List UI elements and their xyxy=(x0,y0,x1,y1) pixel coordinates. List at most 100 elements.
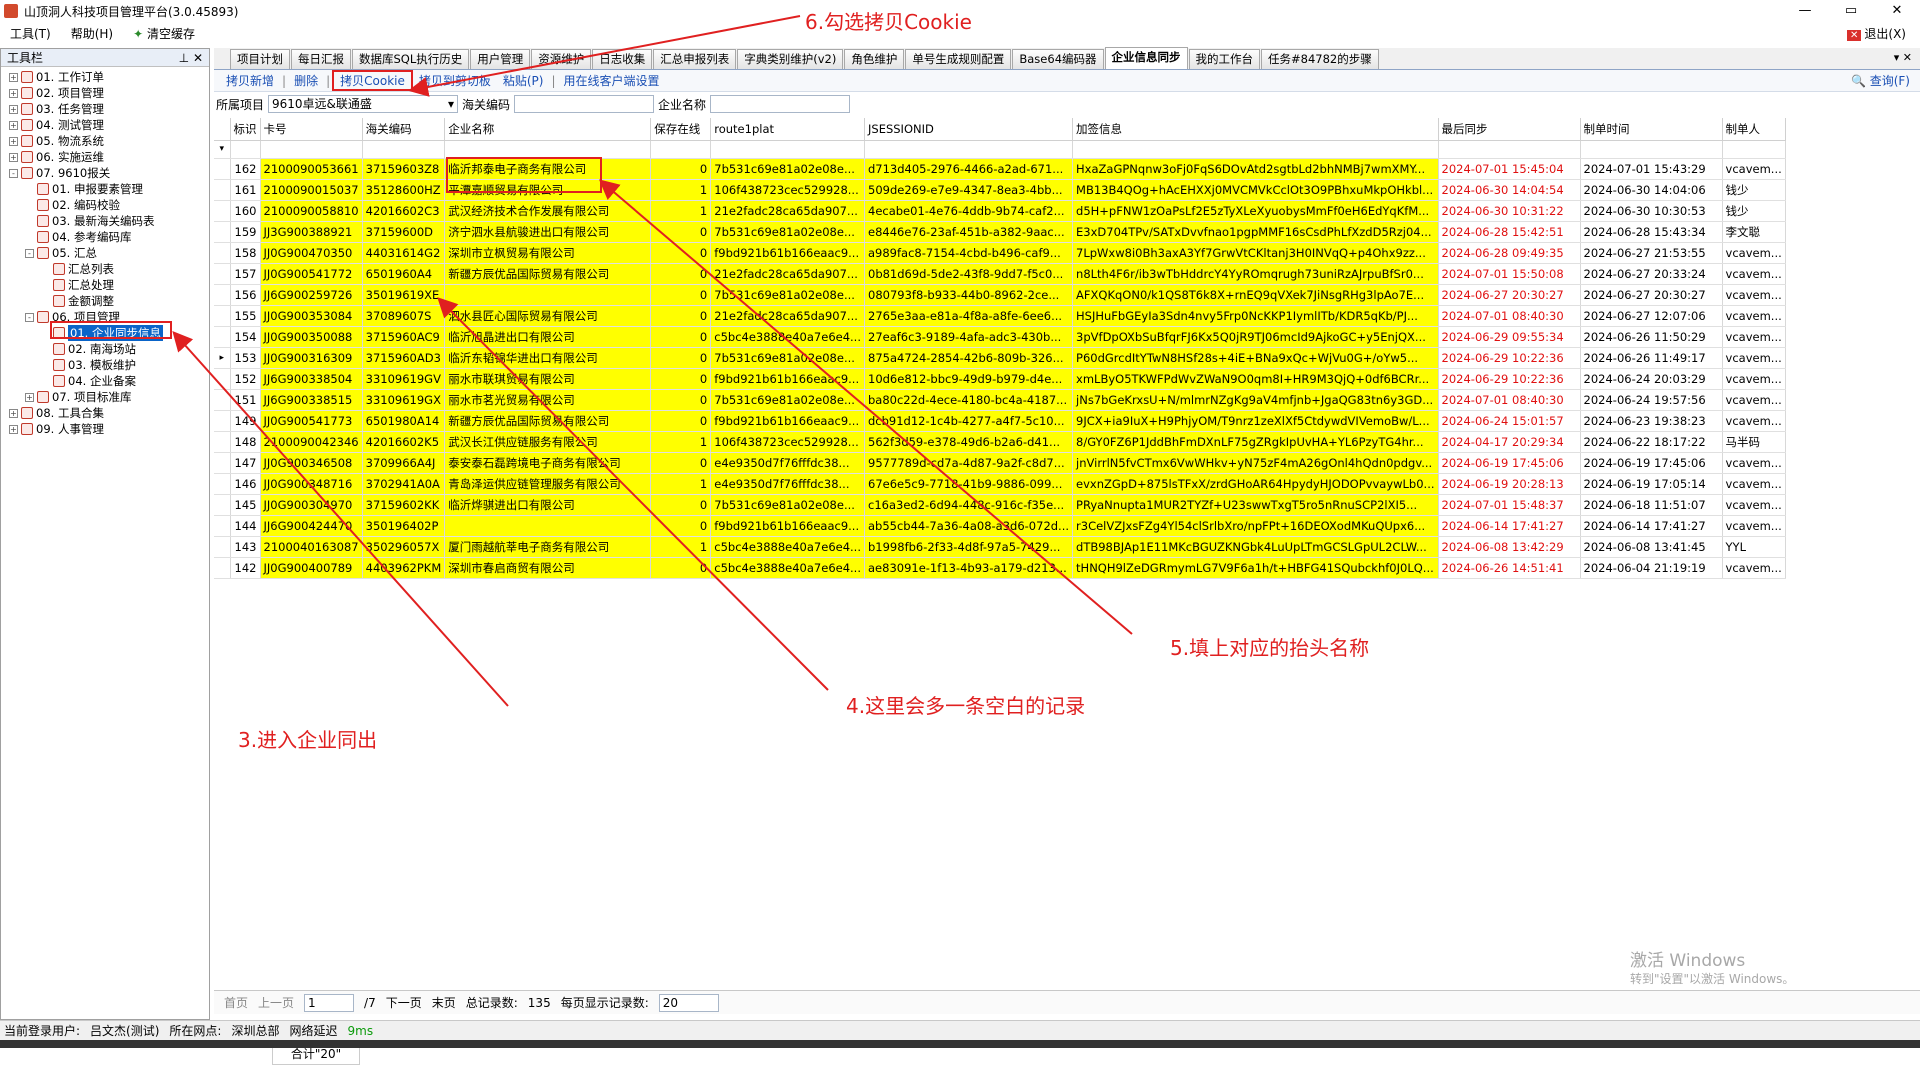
table-cell[interactable]: PRyaNnupta1MUR2TYZf+U23swwTxgT5ro5nRnuSC… xyxy=(1072,494,1439,516)
table-cell[interactable]: JJ0G900541772 xyxy=(260,263,363,285)
table-cell[interactable]: 0 xyxy=(650,452,712,474)
table-cell[interactable]: d5H+pFNW1zOaPsLf2E5zTyXLeXyuobysMmFf0eH6… xyxy=(1072,200,1439,222)
close-button[interactable]: ✕ xyxy=(1874,0,1920,22)
table-cell[interactable]: JJ6G900424470 xyxy=(260,515,363,537)
table-cell[interactable]: 2024-07-01 15:50:08 xyxy=(1438,263,1581,285)
table-cell[interactable]: 0 xyxy=(650,557,712,579)
table-row[interactable]: 146 JJ0G900348716 3702941A0A 青岛泽运供应链管理服务有限公… xyxy=(214,473,1786,495)
table-cell[interactable]: 2024-04-17 20:29:34 xyxy=(1438,431,1581,453)
expand-toggle-icon[interactable]: + xyxy=(9,424,18,434)
table-cell[interactable]: vcavem... xyxy=(1722,158,1786,180)
table-cell[interactable]: 350296057X xyxy=(362,536,446,558)
column-header[interactable]: JSESSIONID xyxy=(864,118,1074,141)
table-cell[interactable]: 2024-06-23 19:38:23 xyxy=(1580,410,1723,432)
table-cell[interactable]: 2024-06-22 18:17:22 xyxy=(1580,431,1723,453)
table-cell[interactable]: f9bd921b61b166eaac9... xyxy=(710,410,865,432)
table-cell[interactable]: 2024-06-04 21:19:19 xyxy=(1580,557,1723,579)
table-cell[interactable]: jnVirrlN5fvCTmx6VwWHkv+yN75zF4mA26gOnl4h… xyxy=(1072,452,1439,474)
table-cell[interactable]: 7b531c69e81a02e08e... xyxy=(710,494,865,516)
online-client-settings-button[interactable]: 用在线客户端设置 xyxy=(558,72,666,89)
table-cell[interactable]: tHNQH9lZeDGRmymLG7V9F6a1h/t+HBFG41SQubck… xyxy=(1072,557,1439,579)
table-cell[interactable]: 6501980A14 xyxy=(362,410,446,432)
column-header[interactable]: 企业名称 xyxy=(444,118,652,141)
row-indicator[interactable] xyxy=(214,431,231,453)
column-header[interactable]: 制单时间 xyxy=(1580,118,1723,141)
column-header[interactable]: 海关编码 xyxy=(362,118,446,141)
copy-new-button[interactable]: 拷贝新增 xyxy=(220,72,280,89)
customs-code-input[interactable] xyxy=(514,95,655,113)
table-cell[interactable]: 153 xyxy=(230,347,261,369)
table-cell[interactable]: AFXQKqON0/k1QS8T6k8X+rnEQ9qVXek7JiNsgRHg… xyxy=(1072,284,1439,306)
table-cell[interactable]: f9bd921b61b166eaac9... xyxy=(710,368,865,390)
table-cell[interactable]: ba80c22d-4ece-4180-bc4a-4187... xyxy=(864,389,1074,411)
table-cell[interactable]: P60dGrcdItYTwN8HSf28s+4iE+BNa9xQc+WjVu0G… xyxy=(1072,347,1439,369)
table-row[interactable]: 158 JJ0G900470350 44031614G2 深圳市立枫贸易有限公司 0 f9… xyxy=(214,242,1786,264)
tab[interactable]: 角色维护 xyxy=(844,49,905,69)
table-cell[interactable]: e4e9350d7f76fffdc38... xyxy=(710,473,865,495)
table-row[interactable]: 147 JJ0G900346508 3709966A4J 泰安泰石磊跨境电子商务有限公… xyxy=(214,452,1786,474)
table-row[interactable]: 160 2100090058810 42016602C3 武汉经济技术合作发展有限公司… xyxy=(214,200,1786,222)
tree-item[interactable]: +07. 项目标准库 xyxy=(1,389,209,405)
table-cell[interactable]: 新疆方辰优品国际贸易有限公司 xyxy=(444,263,652,285)
tab[interactable]: 日志收集 xyxy=(592,49,653,69)
last-page-button[interactable]: 末页 xyxy=(432,994,456,1011)
row-indicator[interactable] xyxy=(214,389,231,411)
table-cell[interactable]: 临沂旭晶进出口有限公司 xyxy=(444,326,652,348)
filter-cell[interactable] xyxy=(1438,140,1581,159)
table-cell[interactable]: 丽水市茗光贸易有限公司 xyxy=(444,389,652,411)
table-cell[interactable]: 350196402P xyxy=(362,515,446,537)
table-cell[interactable]: 155 xyxy=(230,305,261,327)
table-cell[interactable]: 37089607S xyxy=(362,305,446,327)
page-input[interactable]: 1 xyxy=(304,993,355,1012)
tree-item[interactable]: 03. 模板维护 xyxy=(1,357,209,373)
table-cell[interactable]: JJ6G900338504 xyxy=(260,368,363,390)
table-cell[interactable]: 2100090058810 xyxy=(260,200,363,222)
table-cell[interactable]: 509de269-e7e9-4347-8ea3-4bb... xyxy=(864,179,1074,201)
table-row[interactable]: 152 JJ6G900338504 33109619GV 丽水市联琪贸易有限公司 0 f9… xyxy=(214,368,1786,390)
table-cell[interactable]: vcavem... xyxy=(1722,347,1786,369)
filter-cell[interactable] xyxy=(710,140,865,159)
project-select[interactable]: 9610卓远&联通盛 ▾ xyxy=(268,95,459,113)
table-cell[interactable]: 148 xyxy=(230,431,261,453)
table-cell[interactable]: 7b531c69e81a02e08e... xyxy=(710,389,865,411)
table-cell[interactable]: f9bd921b61b166eaac9... xyxy=(710,515,865,537)
filter-cell[interactable] xyxy=(444,140,652,159)
table-cell[interactable]: 2024-07-01 08:40:30 xyxy=(1438,389,1581,411)
table-cell[interactable]: E3xD704TPv/SATxDvvfnao1pgpMMF16sCsdPhLfX… xyxy=(1072,221,1439,243)
filter-icon[interactable]: ▾ xyxy=(214,140,231,159)
table-cell[interactable]: 2024-06-19 17:05:14 xyxy=(1580,473,1723,495)
table-cell[interactable]: vcavem... xyxy=(1722,368,1786,390)
table-cell[interactable]: JJ0G900470350 xyxy=(260,242,363,264)
table-cell[interactable]: JJ6G900259726 xyxy=(260,284,363,306)
table-cell[interactable]: 2024-06-29 09:55:34 xyxy=(1438,326,1581,348)
table-cell[interactable]: 2024-06-27 20:33:24 xyxy=(1580,263,1723,285)
tree-item[interactable]: - 05. 汇总 xyxy=(1,245,209,261)
table-cell[interactable]: 0 xyxy=(650,305,712,327)
table-cell[interactable]: 2024-06-24 19:57:56 xyxy=(1580,389,1723,411)
table-cell[interactable]: 149 xyxy=(230,410,261,432)
row-indicator[interactable] xyxy=(214,494,231,516)
table-cell[interactable]: vcavem... xyxy=(1722,389,1786,411)
table-cell[interactable]: 875a4724-2854-42b6-809b-326... xyxy=(864,347,1074,369)
tree-item[interactable]: +08. 工具合集 xyxy=(1,405,209,421)
table-cell[interactable]: MB13B4QOg+hAcEHXXj0MVCMVkCclOt3O9PBhxuMk… xyxy=(1072,179,1439,201)
table-cell[interactable]: 2024-07-01 08:40:30 xyxy=(1438,305,1581,327)
exit-button[interactable]: 退出(X) xyxy=(1847,22,1906,48)
table-cell[interactable]: 1 xyxy=(650,179,712,201)
table-cell[interactable]: 深圳市春启商贸有限公司 xyxy=(444,557,652,579)
row-indicator[interactable] xyxy=(214,515,231,537)
tree-item[interactable]: +02. 项目管理 xyxy=(1,85,209,101)
table-cell[interactable]: vcavem... xyxy=(1722,410,1786,432)
table-cell[interactable]: 146 xyxy=(230,473,261,495)
table-cell[interactable]: vcavem... xyxy=(1722,473,1786,495)
table-cell[interactable]: 37159603Z8 xyxy=(362,158,446,180)
table-row[interactable]: 155 JJ0G900353084 37089607S 泗水县匠心国际贸易有限公司 0 2… xyxy=(214,305,1786,327)
table-cell[interactable]: JJ0G900350088 xyxy=(260,326,363,348)
column-header[interactable]: 卡号 xyxy=(260,118,363,141)
table-cell[interactable]: 142 xyxy=(230,557,261,579)
expand-toggle-icon[interactable]: + xyxy=(9,136,18,146)
table-cell[interactable]: 1 xyxy=(650,473,712,495)
row-indicator[interactable] xyxy=(214,200,231,222)
table-cell[interactable]: JJ6G900338515 xyxy=(260,389,363,411)
row-indicator[interactable] xyxy=(214,221,231,243)
